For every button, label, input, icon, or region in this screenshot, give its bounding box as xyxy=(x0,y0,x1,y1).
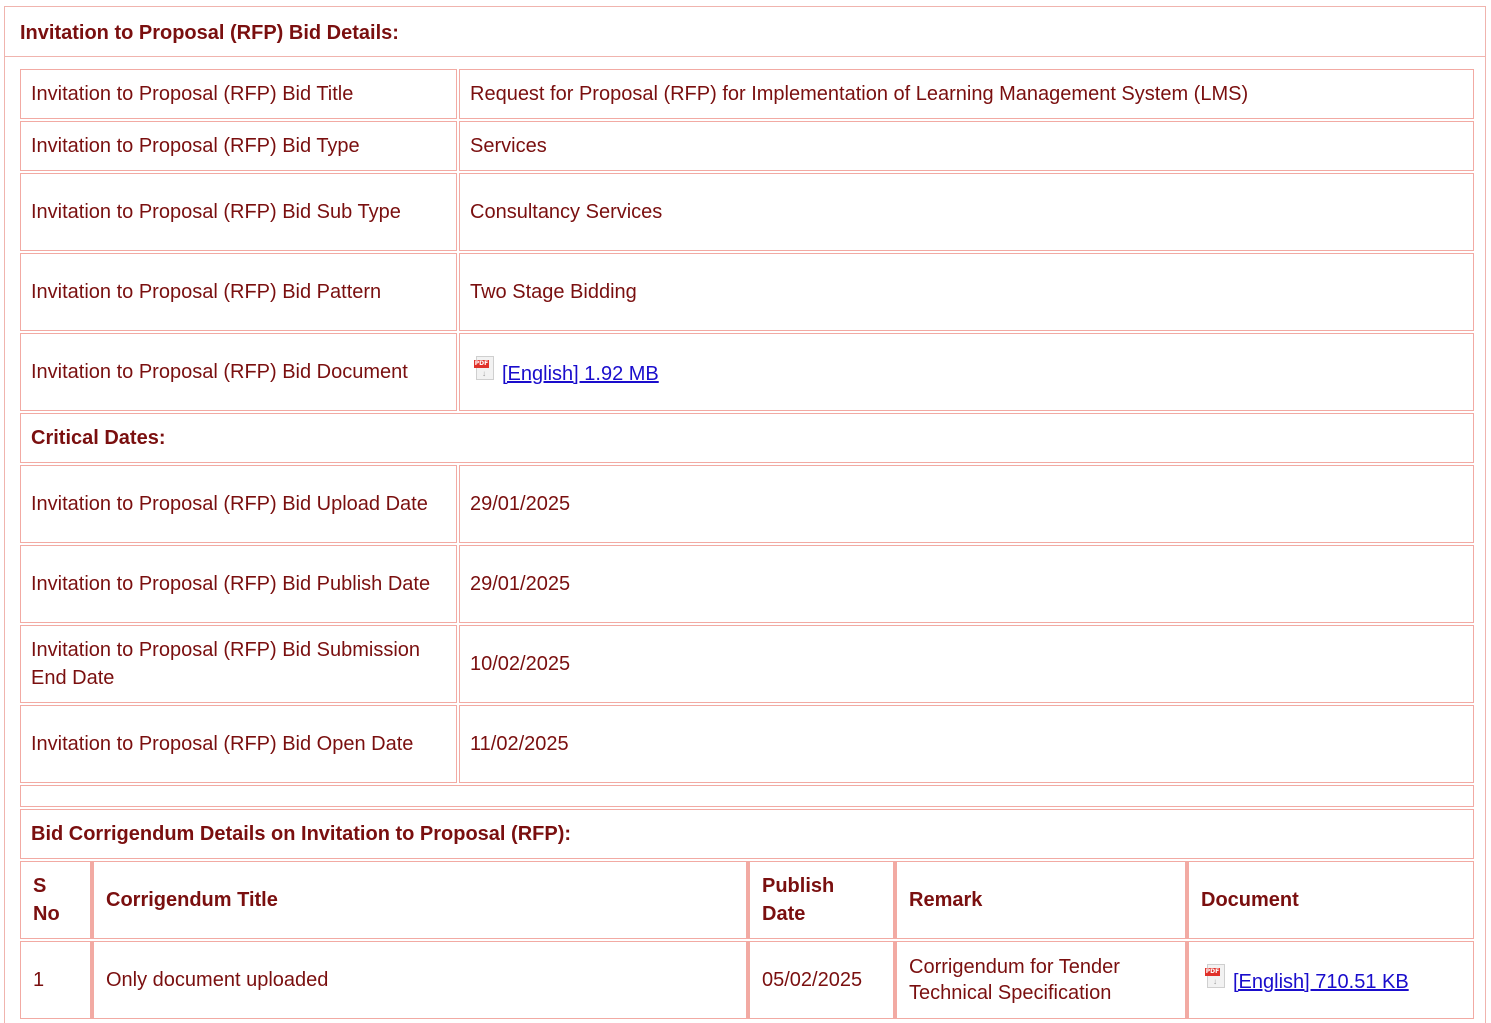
publish-date-value: 29/01/2025 xyxy=(459,545,1474,623)
bid-title-value: Request for Proposal (RFP) for Implement… xyxy=(459,69,1474,119)
table-row: 1 Only document uploaded 05/02/2025 Corr… xyxy=(20,941,1474,1019)
bid-title-row: Invitation to Proposal (RFP) Bid Title R… xyxy=(20,69,1474,119)
bid-document-cell: PDF ↓ [English] 1.92 MB xyxy=(459,333,1474,411)
bid-sub-type-label: Invitation to Proposal (RFP) Bid Sub Typ… xyxy=(20,173,457,251)
open-date-value: 11/02/2025 xyxy=(459,705,1474,783)
submission-end-date-row: Invitation to Proposal (RFP) Bid Submiss… xyxy=(20,625,1474,703)
corrigendum-title: Only document uploaded xyxy=(91,941,747,1019)
open-date-label: Invitation to Proposal (RFP) Bid Open Da… xyxy=(20,705,457,783)
bid-document-link-text: [English] 1.92 MB xyxy=(502,363,659,385)
bid-sub-type-row: Invitation to Proposal (RFP) Bid Sub Typ… xyxy=(20,173,1474,251)
publish-date-label: Invitation to Proposal (RFP) Bid Publish… xyxy=(20,545,457,623)
bid-details-panel: Invitation to Proposal (RFP) Bid Details… xyxy=(4,6,1486,1023)
corrigendum-heading-row: Bid Corrigendum Details on Invitation to… xyxy=(20,809,1474,859)
corrigendum-document-cell: PDF ↓ [English] 710.51 KB xyxy=(1186,941,1474,1019)
corrigendum-date: 05/02/2025 xyxy=(747,941,894,1019)
open-date-row: Invitation to Proposal (RFP) Bid Open Da… xyxy=(20,705,1474,783)
upload-date-label: Invitation to Proposal (RFP) Bid Upload … xyxy=(20,465,457,543)
pdf-icon: PDF ↓ xyxy=(474,356,496,382)
publish-date-row: Invitation to Proposal (RFP) Bid Publish… xyxy=(20,545,1474,623)
col-header-document: Document xyxy=(1186,861,1474,939)
pdf-icon: PDF ↓ xyxy=(1205,964,1227,990)
critical-dates-heading-row: Critical Dates: xyxy=(20,413,1474,463)
col-header-title: Corrigendum Title xyxy=(91,861,747,939)
corrigendum-remark: Corrigendum for Tender Technical Specifi… xyxy=(894,941,1186,1019)
col-header-remark: Remark xyxy=(894,861,1186,939)
bid-document-link[interactable]: PDF ↓ [English] 1.92 MB xyxy=(470,356,659,385)
bid-details-table: Invitation to Proposal (RFP) Bid Title R… xyxy=(18,67,1476,1023)
bid-pattern-label: Invitation to Proposal (RFP) Bid Pattern xyxy=(20,253,457,331)
bid-document-label: Invitation to Proposal (RFP) Bid Documen… xyxy=(20,333,457,411)
submission-end-date-label: Invitation to Proposal (RFP) Bid Submiss… xyxy=(20,625,457,703)
bid-pattern-row: Invitation to Proposal (RFP) Bid Pattern… xyxy=(20,253,1474,331)
upload-date-value: 29/01/2025 xyxy=(459,465,1474,543)
bid-type-value: Services xyxy=(459,121,1474,171)
corrigendum-table: S No Corrigendum Title Publish Date Rema… xyxy=(20,859,1474,1021)
submission-end-date-value: 10/02/2025 xyxy=(459,625,1474,703)
critical-dates-heading: Critical Dates: xyxy=(20,413,1474,463)
bid-document-row: Invitation to Proposal (RFP) Bid Documen… xyxy=(20,333,1474,411)
col-header-sno: S No xyxy=(20,861,91,939)
bid-pattern-value: Two Stage Bidding xyxy=(459,253,1474,331)
bid-sub-type-value: Consultancy Services xyxy=(459,173,1474,251)
section-title: Invitation to Proposal (RFP) Bid Details… xyxy=(5,7,1485,57)
corrigendum-table-row: S No Corrigendum Title Publish Date Rema… xyxy=(20,861,1474,1021)
spacer-row xyxy=(20,785,1474,807)
bid-type-row: Invitation to Proposal (RFP) Bid Type Se… xyxy=(20,121,1474,171)
upload-date-row: Invitation to Proposal (RFP) Bid Upload … xyxy=(20,465,1474,543)
corrigendum-document-link[interactable]: PDF ↓ [English] 710.51 KB xyxy=(1201,964,1409,993)
bid-type-label: Invitation to Proposal (RFP) Bid Type xyxy=(20,121,457,171)
corrigendum-document-link-text: [English] 710.51 KB xyxy=(1233,971,1409,993)
spacer-cell xyxy=(20,785,1474,807)
col-header-date: Publish Date xyxy=(747,861,894,939)
corrigendum-heading: Bid Corrigendum Details on Invitation to… xyxy=(20,809,1474,859)
bid-title-label: Invitation to Proposal (RFP) Bid Title xyxy=(20,69,457,119)
corrigendum-sno: 1 xyxy=(20,941,91,1019)
corrigendum-header-row: S No Corrigendum Title Publish Date Rema… xyxy=(20,861,1474,939)
